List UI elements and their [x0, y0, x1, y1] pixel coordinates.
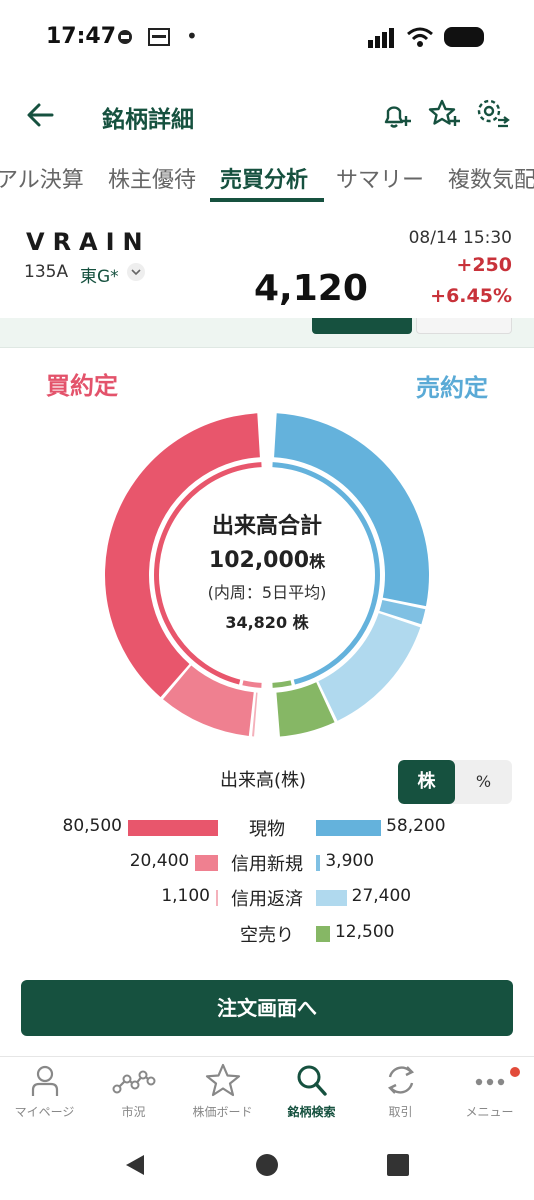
sell-bar-margin-close — [316, 890, 347, 906]
sell-bar-spot — [316, 820, 382, 836]
status-time: 17:47 — [46, 24, 117, 49]
buy-value-spot: 80,500 — [62, 816, 122, 836]
wifi-icon — [407, 27, 433, 47]
buy-bar-margin-close — [216, 890, 218, 906]
status-dot: • — [186, 24, 198, 48]
strip-selected-segment[interactable] — [312, 318, 412, 334]
current-price: 4,120 — [254, 268, 368, 309]
page-title: 銘柄詳細 — [102, 107, 194, 133]
system-home-icon[interactable] — [254, 1152, 280, 1178]
app-notification-icon — [118, 30, 132, 44]
avg-volume-unit: 株 — [292, 613, 309, 632]
toggle-percent[interactable]: % — [455, 760, 512, 804]
stock-code: 135A — [24, 262, 69, 282]
add-favorite-star-icon[interactable] — [426, 96, 462, 132]
nav-market-label: 市況 — [121, 1105, 146, 1119]
nav-stock-search-label: 銘柄検索 — [287, 1105, 336, 1119]
inner-ring-caption: (内周：5日平均) — [207, 583, 327, 602]
sell-bar-short — [316, 926, 330, 942]
market-label[interactable]: 東G* — [80, 262, 119, 287]
active-tab-indicator — [210, 198, 324, 202]
tab-shareholder-benefits[interactable]: 株主優待 — [108, 162, 196, 194]
inner-short-avg-ring — [272, 680, 292, 688]
sell-value-margin-new: 3,900 — [325, 851, 375, 871]
signal-icon — [368, 28, 394, 48]
inner-buy-margin-avg-ring — [242, 680, 262, 688]
star-icon — [205, 1063, 240, 1097]
nav-mypage-label: マイページ — [14, 1105, 75, 1119]
back-arrow-icon[interactable] — [24, 98, 58, 132]
notification-dot — [510, 1067, 520, 1077]
sell-bar-margin-new — [316, 855, 321, 871]
total-volume-unit: 株 — [309, 552, 326, 571]
sell-value-spot: 58,200 — [386, 816, 446, 836]
tab-multi-quote[interactable]: 複数気配 — [448, 162, 534, 194]
buy-value-margin-new: 20,400 — [129, 851, 190, 871]
nav-trade-label: 取引 — [388, 1105, 413, 1119]
hidden-toolbar-strip — [0, 318, 534, 348]
app-header: 銘柄詳細 — [0, 90, 534, 142]
buy-label: 買約定 — [46, 372, 118, 400]
stock-name: VRAIN — [26, 228, 151, 256]
tab-bar: アル決算 株主優待 売買分析 サマリー 複数気配 — [0, 158, 534, 204]
battery-icon — [444, 27, 484, 47]
price-change: +250 — [456, 254, 512, 276]
system-nav-bar — [0, 1132, 534, 1200]
status-bar: 17:47 • — [0, 0, 534, 76]
nav-stock-board[interactable]: 株価ボード — [178, 1063, 267, 1133]
legend-row-spot: 現物 80,500 58,200 — [0, 812, 534, 842]
total-volume-title: 出来高合計 — [211, 514, 322, 539]
tab-trade-analysis[interactable]: 売買分析 — [220, 162, 308, 194]
volume-legend-title: 出来高(株) — [220, 770, 307, 791]
strip-segment[interactable] — [416, 318, 512, 334]
news-notification-icon — [148, 28, 170, 46]
sell-value-short: 12,500 — [334, 922, 395, 942]
sell-label: 売約定 — [416, 374, 488, 402]
more-icon — [475, 1078, 504, 1086]
bottom-nav: マイページ 市況 株価ボード 銘柄検索 取引 メニュー — [0, 1056, 534, 1132]
price-datetime: 08/14 15:30 — [408, 228, 512, 248]
add-alert-bell-icon[interactable] — [378, 96, 414, 132]
legend-row-margin-new: 信用新規 20,400 3,900 — [0, 847, 534, 877]
nav-menu-label: メニュー — [465, 1105, 514, 1119]
person-icon — [31, 1065, 58, 1096]
nav-stock-board-label: 株価ボード — [192, 1105, 253, 1119]
price-change-percent: +6.45% — [430, 285, 512, 307]
system-recents-icon[interactable] — [386, 1153, 410, 1177]
nav-menu[interactable]: メニュー — [445, 1063, 534, 1133]
legend-label-spot: 現物 — [249, 819, 285, 840]
tab-earnings[interactable]: アル決算 — [0, 162, 84, 194]
avg-volume: 34,820 株 — [167, 609, 367, 633]
buy-bar-margin-new — [195, 855, 218, 871]
market-icon — [112, 1070, 155, 1094]
sell-value-margin-close: 27,400 — [351, 886, 412, 906]
search-icon — [297, 1065, 327, 1096]
unit-toggle: 株 % — [398, 760, 512, 804]
refresh-icon — [387, 1066, 414, 1094]
total-volume: 102,000株 — [167, 548, 367, 573]
nav-stock-search[interactable]: 銘柄検索 — [267, 1063, 356, 1133]
nav-mypage[interactable]: マイページ — [0, 1063, 89, 1133]
order-screen-button[interactable]: 注文画面へ — [21, 980, 513, 1036]
nav-trade[interactable]: 取引 — [356, 1063, 445, 1133]
settings-gear-icon[interactable] — [474, 96, 510, 132]
legend-row-margin-close: 信用返済 1,100 27,400 — [0, 882, 534, 912]
donut-center: 出来高合計 102,000株 (内周：5日平均) 34,820 株 — [167, 508, 367, 633]
chevron-down-icon[interactable] — [127, 263, 145, 281]
tab-summary[interactable]: サマリー — [336, 162, 424, 194]
nav-market[interactable]: 市況 — [89, 1063, 178, 1133]
legend-row-short: 空売り 12,500 — [0, 918, 534, 948]
system-back-icon[interactable] — [122, 1152, 148, 1178]
legend-label-short: 空売り — [240, 925, 294, 946]
avg-volume-value: 34,820 — [225, 613, 288, 632]
legend-label-margin-new: 信用新規 — [231, 854, 303, 875]
toggle-shares[interactable]: 株 — [398, 760, 455, 804]
buy-bar-spot — [128, 820, 218, 836]
buy-value-margin-close: 1,100 — [161, 886, 210, 906]
legend-label-margin-close: 信用返済 — [231, 889, 303, 910]
total-volume-value: 102,000 — [208, 548, 310, 573]
